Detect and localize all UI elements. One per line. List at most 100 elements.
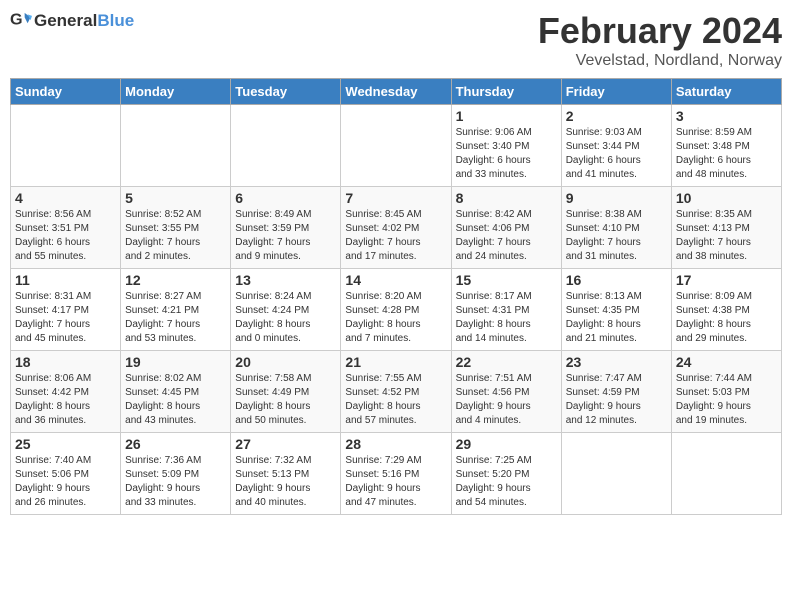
day-number: 8 (456, 190, 557, 206)
day-number: 5 (125, 190, 226, 206)
calendar-cell: 7Sunrise: 8:45 AM Sunset: 4:02 PM Daylig… (341, 187, 451, 269)
calendar-cell: 1 Sunrise: 9:06 AM Sunset: 3:40 PM Daylig… (451, 105, 561, 187)
day-info: Sunrise: 8:59 AM Sunset: 3:48 PM Dayligh… (676, 126, 777, 182)
location-title: Vevelstad, Nordland, Norway (538, 52, 782, 70)
day-info: Sunrise: 7:51 AM Sunset: 4:56 PM Dayligh… (456, 372, 557, 428)
day-number: 27 (235, 436, 336, 452)
calendar-cell: 25 Sunrise: 7:40 AM Sunset: 5:06 PM Dayli… (11, 433, 121, 515)
calendar-cell: 12 Sunrise: 8:27 AM Sunset: 4:21 PM Dayli… (121, 269, 231, 351)
calendar-week-2: 4 Sunrise: 8:56 AM Sunset: 3:51 PM Daylig… (11, 187, 782, 269)
day-number: 28 (345, 436, 446, 452)
day-info: Sunrise: 8:49 AM Sunset: 3:59 PM Dayligh… (235, 208, 336, 264)
day-number: 4 (15, 190, 116, 206)
day-info: Sunrise: 9:06 AM Sunset: 3:40 PM Dayligh… (456, 126, 557, 182)
calendar-cell: 19 Sunrise: 8:02 AM Sunset: 4:45 PM Dayli… (121, 351, 231, 433)
day-info: Sunrise: 8:45 AM Sunset: 4:02 PM Dayligh… (345, 208, 446, 264)
day-info: Sunrise: 7:55 AM Sunset: 4:52 PM Dayligh… (345, 372, 446, 428)
calendar-cell (11, 105, 121, 187)
month-title: February 2024 (538, 10, 782, 52)
day-info: Sunrise: 7:44 AM Sunset: 5:03 PM Dayligh… (676, 372, 777, 428)
day-header-thursday: Thursday (451, 79, 561, 105)
day-number: 24 (676, 354, 777, 370)
day-number: 22 (456, 354, 557, 370)
day-info: Sunrise: 8:02 AM Sunset: 4:45 PM Dayligh… (125, 372, 226, 428)
day-info: Sunrise: 7:58 AM Sunset: 4:49 PM Dayligh… (235, 372, 336, 428)
day-number: 23 (566, 354, 667, 370)
day-header-tuesday: Tuesday (231, 79, 341, 105)
calendar-week-1: 1 Sunrise: 9:06 AM Sunset: 3:40 PM Daylig… (11, 105, 782, 187)
calendar-cell: 15 Sunrise: 8:17 AM Sunset: 4:31 PM Dayli… (451, 269, 561, 351)
calendar-table: SundayMondayTuesdayWednesdayThursdayFrid… (10, 78, 782, 515)
day-header-friday: Friday (561, 79, 671, 105)
day-number: 13 (235, 272, 336, 288)
calendar-cell: 17Sunrise: 8:09 AM Sunset: 4:38 PM Dayli… (671, 269, 781, 351)
day-info: Sunrise: 8:31 AM Sunset: 4:17 PM Dayligh… (15, 290, 116, 346)
calendar-cell: 11 Sunrise: 8:31 AM Sunset: 4:17 PM Dayli… (11, 269, 121, 351)
day-info: Sunrise: 9:03 AM Sunset: 3:44 PM Dayligh… (566, 126, 667, 182)
day-number: 1 (456, 108, 557, 124)
day-number: 18 (15, 354, 116, 370)
calendar-cell: 9Sunrise: 8:38 AM Sunset: 4:10 PM Daylig… (561, 187, 671, 269)
calendar-cell: 6 Sunrise: 8:49 AM Sunset: 3:59 PM Daylig… (231, 187, 341, 269)
day-number: 6 (235, 190, 336, 206)
day-number: 9 (566, 190, 667, 206)
day-info: Sunrise: 8:20 AM Sunset: 4:28 PM Dayligh… (345, 290, 446, 346)
calendar-cell: 14 Sunrise: 8:20 AM Sunset: 4:28 PM Dayli… (341, 269, 451, 351)
day-info: Sunrise: 8:56 AM Sunset: 3:51 PM Dayligh… (15, 208, 116, 264)
day-info: Sunrise: 7:36 AM Sunset: 5:09 PM Dayligh… (125, 454, 226, 510)
day-number: 14 (345, 272, 446, 288)
calendar-cell: 26 Sunrise: 7:36 AM Sunset: 5:09 PM Dayli… (121, 433, 231, 515)
calendar-cell: 22 Sunrise: 7:51 AM Sunset: 4:56 PM Dayli… (451, 351, 561, 433)
calendar-cell (671, 433, 781, 515)
calendar-week-4: 18 Sunrise: 8:06 AM Sunset: 4:42 PM Dayli… (11, 351, 782, 433)
day-number: 15 (456, 272, 557, 288)
day-number: 19 (125, 354, 226, 370)
logo: G GeneralBlue (10, 10, 134, 32)
calendar-week-5: 25 Sunrise: 7:40 AM Sunset: 5:06 PM Dayli… (11, 433, 782, 515)
calendar-cell: 5 Sunrise: 8:52 AM Sunset: 3:55 PM Daylig… (121, 187, 231, 269)
calendar-cell (231, 105, 341, 187)
day-info: Sunrise: 8:06 AM Sunset: 4:42 PM Dayligh… (15, 372, 116, 428)
calendar-cell: 8Sunrise: 8:42 AM Sunset: 4:06 PM Daylig… (451, 187, 561, 269)
day-number: 3 (676, 108, 777, 124)
logo-icon: G (10, 10, 32, 32)
calendar-cell (341, 105, 451, 187)
day-info: Sunrise: 8:24 AM Sunset: 4:24 PM Dayligh… (235, 290, 336, 346)
day-number: 12 (125, 272, 226, 288)
day-number: 21 (345, 354, 446, 370)
day-number: 16 (566, 272, 667, 288)
svg-text:G: G (10, 11, 23, 29)
calendar-cell: 4 Sunrise: 8:56 AM Sunset: 3:51 PM Daylig… (11, 187, 121, 269)
calendar-cell (121, 105, 231, 187)
day-number: 26 (125, 436, 226, 452)
day-number: 20 (235, 354, 336, 370)
calendar-cell: 21 Sunrise: 7:55 AM Sunset: 4:52 PM Dayli… (341, 351, 451, 433)
day-info: Sunrise: 7:29 AM Sunset: 5:16 PM Dayligh… (345, 454, 446, 510)
calendar-cell: 16 Sunrise: 8:13 AM Sunset: 4:35 PM Dayli… (561, 269, 671, 351)
day-number: 25 (15, 436, 116, 452)
day-number: 2 (566, 108, 667, 124)
calendar-cell: 27 Sunrise: 7:32 AM Sunset: 5:13 PM Dayli… (231, 433, 341, 515)
calendar-cell: 18 Sunrise: 8:06 AM Sunset: 4:42 PM Dayli… (11, 351, 121, 433)
calendar-cell: 3 Sunrise: 8:59 AM Sunset: 3:48 PM Daylig… (671, 105, 781, 187)
calendar-week-3: 11 Sunrise: 8:31 AM Sunset: 4:17 PM Dayli… (11, 269, 782, 351)
day-number: 11 (15, 272, 116, 288)
calendar-cell: 29 Sunrise: 7:25 AM Sunset: 5:20 PM Dayli… (451, 433, 561, 515)
day-info: Sunrise: 8:17 AM Sunset: 4:31 PM Dayligh… (456, 290, 557, 346)
day-info: Sunrise: 8:13 AM Sunset: 4:35 PM Dayligh… (566, 290, 667, 346)
day-header-sunday: Sunday (11, 79, 121, 105)
day-header-monday: Monday (121, 79, 231, 105)
header-row: SundayMondayTuesdayWednesdayThursdayFrid… (11, 79, 782, 105)
day-info: Sunrise: 7:25 AM Sunset: 5:20 PM Dayligh… (456, 454, 557, 510)
day-info: Sunrise: 7:32 AM Sunset: 5:13 PM Dayligh… (235, 454, 336, 510)
day-info: Sunrise: 7:40 AM Sunset: 5:06 PM Dayligh… (15, 454, 116, 510)
calendar-cell: 2 Sunrise: 9:03 AM Sunset: 3:44 PM Daylig… (561, 105, 671, 187)
day-info: Sunrise: 8:52 AM Sunset: 3:55 PM Dayligh… (125, 208, 226, 264)
calendar-cell: 28 Sunrise: 7:29 AM Sunset: 5:16 PM Dayli… (341, 433, 451, 515)
day-number: 29 (456, 436, 557, 452)
logo-blue: Blue (97, 11, 134, 30)
logo-general: General (34, 11, 97, 30)
day-info: Sunrise: 8:27 AM Sunset: 4:21 PM Dayligh… (125, 290, 226, 346)
calendar-cell: 24 Sunrise: 7:44 AM Sunset: 5:03 PM Dayli… (671, 351, 781, 433)
day-number: 10 (676, 190, 777, 206)
